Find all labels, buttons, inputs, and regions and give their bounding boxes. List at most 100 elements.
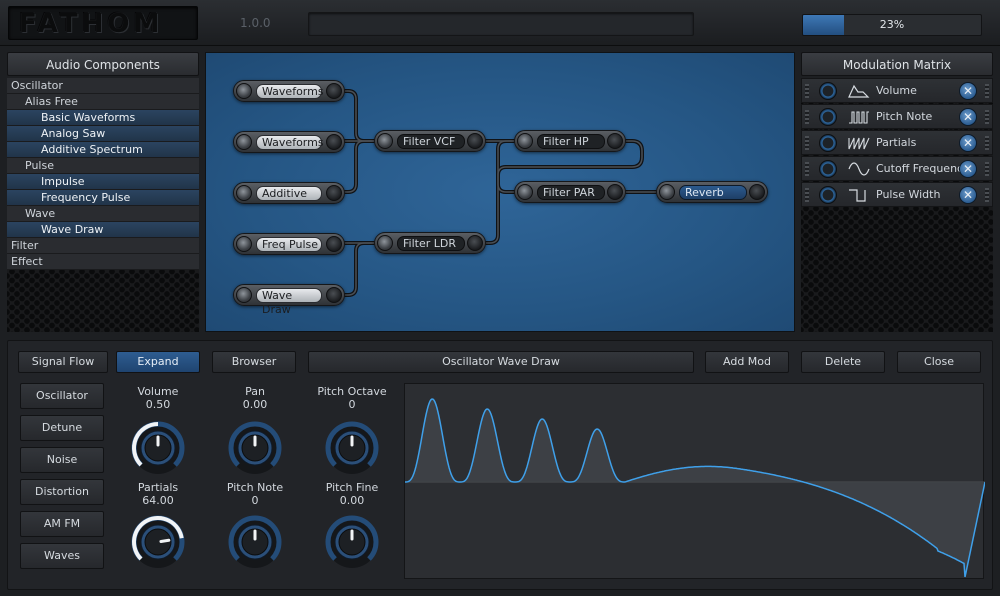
add-mod-button[interactable]: Add Mod bbox=[705, 351, 789, 373]
square-wave-icon bbox=[849, 189, 866, 202]
node-label: Waveforms bbox=[256, 135, 324, 150]
drag-handle-icon[interactable] bbox=[805, 136, 809, 150]
mod-amount-knob[interactable] bbox=[819, 160, 837, 178]
param-title: Pitch Octave bbox=[317, 385, 387, 398]
wave-draw-canvas[interactable] bbox=[404, 383, 985, 579]
close-icon[interactable]: ✕ bbox=[959, 108, 977, 126]
tree-item-wave[interactable]: Wave bbox=[7, 206, 199, 222]
tree-item-alias-free[interactable]: Alias Free bbox=[7, 94, 199, 110]
tree-item-effect[interactable]: Effect bbox=[7, 254, 199, 270]
pitch-fine-knob[interactable] bbox=[323, 513, 381, 571]
drag-handle-icon[interactable] bbox=[985, 110, 989, 124]
output-port[interactable] bbox=[326, 185, 342, 201]
node-filter-par[interactable]: Filter PAR bbox=[514, 181, 626, 203]
tree-item-impulse[interactable]: Impulse bbox=[7, 174, 199, 190]
logo: FATHOM bbox=[8, 6, 198, 40]
input-port[interactable] bbox=[236, 236, 252, 252]
tree-item-wave-draw[interactable]: Wave Draw bbox=[7, 222, 199, 238]
param-pitch-octave: Pitch Octave 0 bbox=[308, 383, 396, 474]
knob-pointer bbox=[159, 538, 171, 544]
section-noise-button[interactable]: Noise bbox=[20, 447, 104, 473]
input-port[interactable] bbox=[517, 133, 533, 149]
node-additive[interactable]: Additive bbox=[233, 182, 345, 204]
tree-item-frequency-pulse[interactable]: Frequency Pulse bbox=[7, 190, 199, 206]
close-button[interactable]: Close bbox=[897, 351, 981, 373]
section-am-fm-button[interactable]: AM FM bbox=[20, 511, 104, 537]
section-waves-button[interactable]: Waves bbox=[20, 543, 104, 569]
signal-flow-graph[interactable]: Waveforms Waveforms Additive Freq Pulse … bbox=[205, 52, 795, 332]
tree-item-analog-saw[interactable]: Analog Saw bbox=[7, 126, 199, 142]
input-port[interactable] bbox=[377, 133, 393, 149]
input-port[interactable] bbox=[236, 83, 252, 99]
node-reverb[interactable]: Reverb bbox=[656, 181, 768, 203]
input-port[interactable] bbox=[236, 185, 252, 201]
drag-handle-icon[interactable] bbox=[805, 110, 809, 124]
tree-item-additive-spectrum[interactable]: Additive Spectrum bbox=[7, 142, 199, 158]
input-port[interactable] bbox=[517, 184, 533, 200]
version-label: 1.0.0 bbox=[240, 16, 271, 30]
delete-button[interactable]: Delete bbox=[801, 351, 885, 373]
signal-flow-button[interactable]: Signal Flow bbox=[18, 351, 108, 373]
section-oscillator-button[interactable]: Oscillator bbox=[20, 383, 104, 409]
mod-row-partials[interactable]: Partials ✕ bbox=[801, 130, 993, 155]
close-icon[interactable]: ✕ bbox=[959, 186, 977, 204]
name-field[interactable] bbox=[308, 12, 694, 36]
section-distortion-button[interactable]: Distortion bbox=[20, 479, 104, 505]
drag-handle-icon[interactable] bbox=[805, 162, 809, 176]
input-port[interactable] bbox=[659, 184, 675, 200]
modulation-list: Volume ✕ Pitch Note ✕ Partials ✕ Cutoff … bbox=[801, 78, 993, 332]
mod-row-volume[interactable]: Volume ✕ bbox=[801, 78, 993, 103]
output-port[interactable] bbox=[607, 133, 623, 149]
pitch-note-knob[interactable] bbox=[226, 513, 284, 571]
node-waveforms-2[interactable]: Waveforms bbox=[233, 131, 345, 153]
node-wave-draw[interactable]: Wave Draw bbox=[233, 284, 345, 316]
saw-wave-icon bbox=[848, 137, 870, 150]
drag-handle-icon[interactable] bbox=[985, 136, 989, 150]
section-detune-button[interactable]: Detune bbox=[20, 415, 104, 441]
mod-row-pitch-note[interactable]: Pitch Note ✕ bbox=[801, 104, 993, 129]
modulation-matrix-panel: Modulation Matrix Volume ✕ Pitch Note ✕ … bbox=[801, 52, 993, 332]
tree-item-oscillator[interactable]: Oscillator bbox=[7, 78, 199, 94]
browser-button[interactable]: Browser bbox=[212, 351, 296, 373]
mod-amount-knob[interactable] bbox=[819, 134, 837, 152]
drag-handle-icon[interactable] bbox=[985, 84, 989, 98]
mod-amount-knob[interactable] bbox=[819, 82, 837, 100]
node-filter-vcf[interactable]: Filter VCF bbox=[374, 130, 486, 152]
pan-knob[interactable] bbox=[226, 419, 284, 477]
node-waveforms-1[interactable]: Waveforms bbox=[233, 80, 345, 102]
param-pitch-note: Pitch Note 0 bbox=[211, 479, 299, 568]
component-name-field[interactable]: Oscillator Wave Draw bbox=[308, 351, 694, 373]
drag-handle-icon[interactable] bbox=[985, 162, 989, 176]
close-icon[interactable]: ✕ bbox=[959, 134, 977, 152]
partials-knob[interactable] bbox=[129, 513, 187, 571]
close-icon[interactable]: ✕ bbox=[959, 160, 977, 178]
output-port[interactable] bbox=[467, 133, 483, 149]
expand-button[interactable]: Expand bbox=[116, 351, 200, 373]
drag-handle-icon[interactable] bbox=[985, 188, 989, 202]
input-port[interactable] bbox=[377, 235, 393, 251]
drag-handle-icon[interactable] bbox=[805, 84, 809, 98]
mod-row-pulse-width[interactable]: Pulse Width ✕ bbox=[801, 182, 993, 207]
output-port[interactable] bbox=[467, 235, 483, 251]
output-port[interactable] bbox=[326, 236, 342, 252]
output-port[interactable] bbox=[326, 83, 342, 99]
close-icon[interactable]: ✕ bbox=[959, 82, 977, 100]
drag-handle-icon[interactable] bbox=[805, 188, 809, 202]
tree-item-basic-waveforms[interactable]: Basic Waveforms bbox=[7, 110, 199, 126]
node-filter-ldr[interactable]: Filter LDR bbox=[374, 232, 486, 254]
mod-amount-knob[interactable] bbox=[819, 186, 837, 204]
output-port[interactable] bbox=[607, 184, 623, 200]
tree-item-pulse[interactable]: Pulse bbox=[7, 158, 199, 174]
mod-row-cutoff-frequency[interactable]: Cutoff Frequency ✕ bbox=[801, 156, 993, 181]
node-freq-pulse[interactable]: Freq Pulse bbox=[233, 233, 345, 255]
output-port[interactable] bbox=[749, 184, 765, 200]
pitch-octave-knob[interactable] bbox=[323, 419, 381, 477]
input-port[interactable] bbox=[236, 287, 252, 303]
output-port[interactable] bbox=[326, 134, 342, 150]
input-port[interactable] bbox=[236, 134, 252, 150]
output-port[interactable] bbox=[326, 287, 342, 303]
tree-item-filter[interactable]: Filter bbox=[7, 238, 199, 254]
mod-amount-knob[interactable] bbox=[819, 108, 837, 126]
node-filter-hp[interactable]: Filter HP bbox=[514, 130, 626, 152]
volume-knob[interactable] bbox=[129, 419, 187, 477]
